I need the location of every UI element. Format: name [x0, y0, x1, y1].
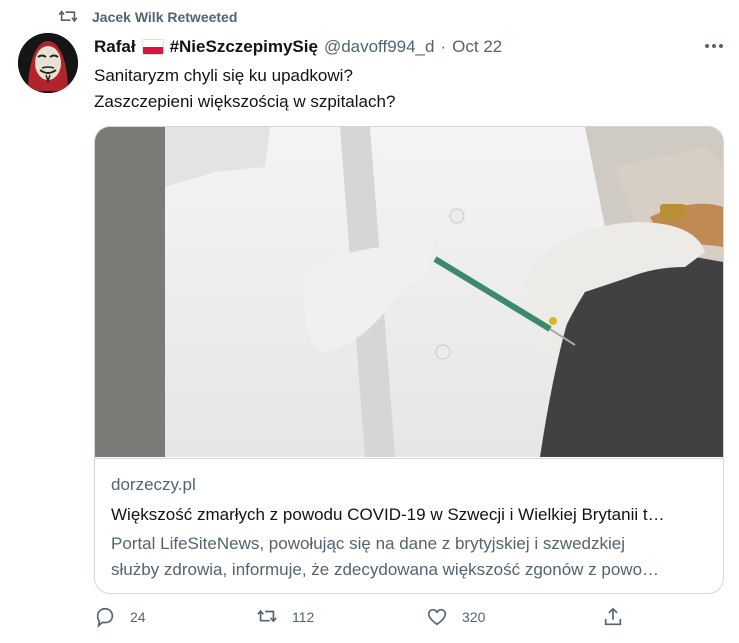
- avatar-mask-image: [18, 33, 78, 93]
- author-hashtag-name[interactable]: #NieSzczepimySię: [170, 37, 318, 57]
- reply-icon: [96, 607, 114, 628]
- share-button[interactable]: [602, 606, 638, 628]
- avatar[interactable]: [18, 33, 78, 93]
- poland-flag-icon: [141, 39, 164, 55]
- author-handle[interactable]: @davoff994_d: [324, 37, 435, 57]
- heart-icon: [427, 608, 447, 626]
- card-description: Portal LifeSiteNews, powołując się na da…: [111, 531, 707, 583]
- more-options-icon[interactable]: [702, 36, 726, 56]
- separator-dot: ·: [440, 37, 447, 56]
- tweet-line-1: Sanitaryzm chyli się ku upadkowi?: [94, 66, 353, 85]
- reply-button[interactable]: 24: [94, 606, 146, 628]
- card-body: dorzeczy.pl Większość zmarłych z powodu …: [95, 458, 723, 583]
- retweet-button[interactable]: 112: [256, 606, 314, 628]
- retweet-context[interactable]: Jacek Wilk Retweeted: [58, 8, 237, 26]
- link-preview-card[interactable]: dorzeczy.pl Większość zmarłych z powodu …: [94, 126, 724, 594]
- reply-count: 24: [130, 609, 146, 625]
- like-button[interactable]: 320: [426, 606, 485, 628]
- like-count: 320: [462, 609, 486, 625]
- retweet-label: Jacek Wilk Retweeted: [92, 9, 238, 25]
- card-description-line-2: służby zdrowia, informuje, że zdecydowan…: [111, 560, 660, 579]
- tweet-line-2: Zaszczepieni większością w szpitalach?: [94, 92, 396, 111]
- retweet-icon: [58, 10, 78, 23]
- card-image: [95, 127, 723, 457]
- card-description-line-1: Portal LifeSiteNews, powołując się na da…: [111, 534, 626, 553]
- author-name[interactable]: Rafał: [94, 37, 136, 57]
- card-domain: dorzeczy.pl: [111, 475, 196, 494]
- retweet-action-icon: [257, 609, 277, 623]
- tweet-text: Sanitaryzm chyli się ku upadkowi? Zaszcz…: [94, 63, 714, 115]
- retweet-count: 112: [292, 609, 315, 625]
- tweet-header: Rafał #NieSzczepimySię @davoff994_d · Oc…: [94, 36, 502, 58]
- tweet-actions: 24 112 320: [94, 606, 734, 636]
- card-title: Większość zmarłych z powodu COVID-19 w S…: [111, 505, 665, 524]
- share-icon: [604, 607, 622, 626]
- tweet-date[interactable]: Oct 22: [452, 37, 502, 57]
